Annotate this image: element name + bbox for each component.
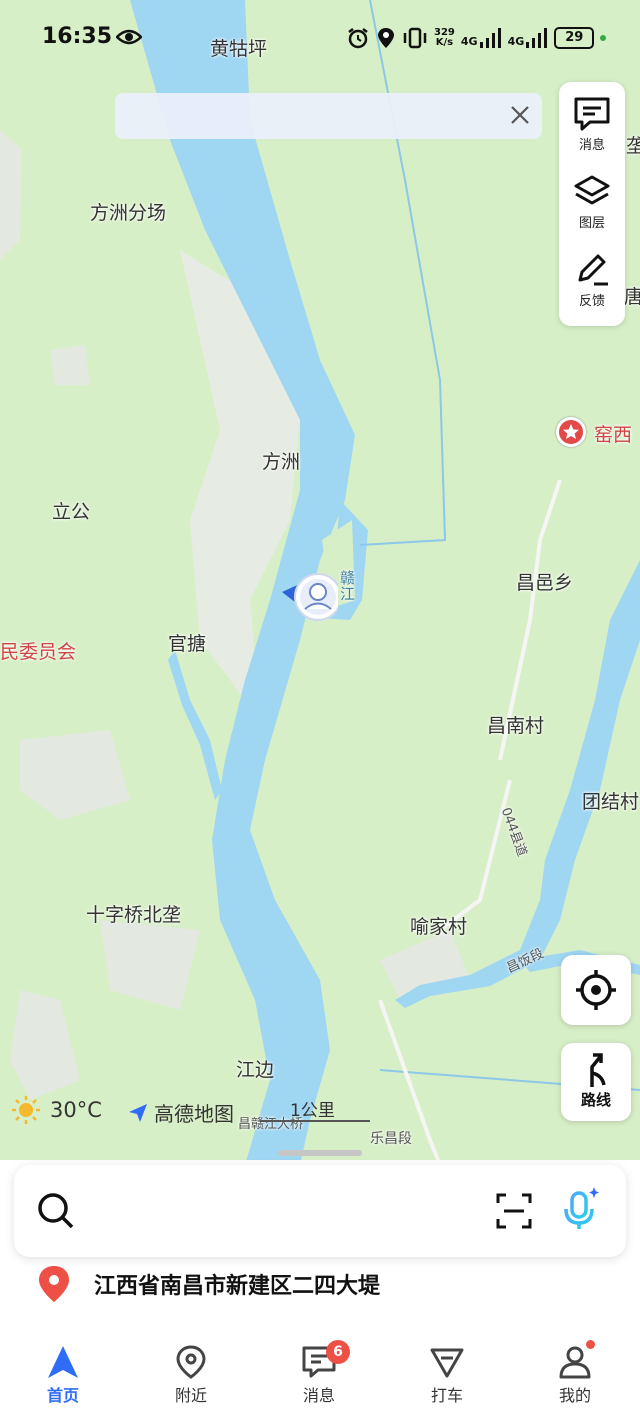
amap-logo: 高德地图 xyxy=(126,1098,234,1127)
route-button[interactable]: 路线 xyxy=(561,1043,631,1121)
vibrate-icon xyxy=(403,27,427,49)
map-label: 方洲分场 xyxy=(90,202,167,224)
sun-icon xyxy=(12,1096,40,1124)
close-icon[interactable] xyxy=(508,103,532,127)
location-icon xyxy=(378,28,394,48)
tool-message-label: 消息 xyxy=(578,138,605,153)
road-label: 乐昌段 xyxy=(370,1131,412,1147)
amap-logo-icon xyxy=(129,1103,147,1122)
user-icon xyxy=(559,1346,591,1379)
eye-icon xyxy=(116,29,142,45)
map-tools-panel: 消息 图层 反馈 xyxy=(559,82,625,326)
nav-home[interactable]: 首页 xyxy=(18,1344,108,1406)
nav-messages-label: 消息 xyxy=(302,1386,335,1405)
nav-home-label: 首页 xyxy=(46,1386,79,1405)
locate-button[interactable] xyxy=(561,955,631,1025)
map-label: 喻家村 xyxy=(410,916,468,938)
search-icon xyxy=(38,1193,74,1229)
bottom-nav: 首页 附近 6 消息 打车 我的 xyxy=(0,1330,640,1421)
voice-mic-icon[interactable] xyxy=(558,1185,602,1233)
status-time: 16:35 xyxy=(42,24,113,49)
sheet-drag-handle[interactable] xyxy=(278,1150,362,1156)
navigation-arrow-icon xyxy=(48,1346,78,1378)
location-pin-icon xyxy=(39,1266,69,1302)
taxi-icon xyxy=(430,1348,464,1378)
tool-feedback-label: 反馈 xyxy=(578,294,605,309)
current-address[interactable]: 江西省南昌市新建区二四大堤 xyxy=(36,1264,380,1304)
map-canvas[interactable]: 黄牯坪 方洲分场 方洲 立公 官搪 民委员会 昌邑乡 昌南村 团结村 喻家村 十… xyxy=(0,0,640,1165)
alarm-icon xyxy=(348,28,368,49)
map-label: 方洲 xyxy=(262,451,301,473)
map-label: 官搪 xyxy=(168,633,207,655)
map-label: 立公 xyxy=(52,501,91,523)
nav-taxi[interactable]: 打车 xyxy=(402,1344,492,1406)
nav-mine-label: 我的 xyxy=(558,1386,591,1405)
map-label: 唐 xyxy=(624,286,640,308)
tool-layers-label: 图层 xyxy=(578,216,605,231)
search-box[interactable] xyxy=(14,1165,626,1257)
map-label: 窑西 xyxy=(594,424,633,446)
scale-bar xyxy=(260,1120,370,1122)
map-label: 昌邑乡 xyxy=(516,572,574,594)
tool-message-button[interactable]: 消息 xyxy=(559,96,625,153)
message-icon xyxy=(574,97,610,131)
map-label: 十字桥北垄 xyxy=(86,904,182,926)
tool-layers-button[interactable]: 图层 xyxy=(559,174,625,231)
edit-icon xyxy=(578,254,608,286)
map-pin-icon xyxy=(176,1345,206,1379)
nav-taxi-label: 打车 xyxy=(430,1386,463,1405)
river-label: 赣江 xyxy=(340,569,356,603)
weather-temp: 30°C xyxy=(50,1098,102,1122)
layers-icon xyxy=(574,175,610,205)
signal-4g-icon: 4G xyxy=(461,28,502,48)
map-label: 江边 xyxy=(236,1059,275,1081)
status-bar: 16:35 329 K/s 4G 4G 29 xyxy=(0,22,640,58)
signal-4g-icon: 4G xyxy=(508,28,549,48)
nav-messages[interactable]: 6 消息 xyxy=(274,1340,364,1406)
map-label: 垄 xyxy=(626,135,640,157)
amap-logo-text: 高德地图 xyxy=(154,1102,234,1126)
user-location-marker[interactable] xyxy=(278,572,342,622)
net-speed: 329 K/s xyxy=(434,27,455,48)
poi-star-icon[interactable] xyxy=(556,417,586,447)
battery-indicator: 29 xyxy=(554,27,595,49)
weather-widget[interactable]: 30°C xyxy=(10,1094,102,1126)
messages-badge: 6 xyxy=(326,1340,350,1364)
route-label: 路线 xyxy=(580,1091,611,1109)
nav-nearby[interactable]: 附近 xyxy=(146,1344,236,1406)
nav-nearby-label: 附近 xyxy=(174,1386,207,1405)
scan-icon[interactable] xyxy=(494,1191,534,1231)
map-label: 民委员会 xyxy=(0,641,77,663)
map-label: 团结村 xyxy=(582,791,640,813)
map-tip-bar[interactable] xyxy=(115,93,542,139)
tool-feedback-button[interactable]: 反馈 xyxy=(559,252,625,309)
search-input[interactable] xyxy=(94,1191,478,1233)
scale-label: 1公里 xyxy=(290,1101,335,1121)
crosshair-icon xyxy=(576,970,616,1010)
nav-mine[interactable]: 我的 xyxy=(530,1340,620,1406)
address-text: 江西省南昌市新建区二四大堤 xyxy=(94,1274,381,1299)
route-icon xyxy=(590,1053,606,1087)
map-label: 昌南村 xyxy=(487,715,545,737)
notification-dot xyxy=(586,1340,595,1349)
status-dot xyxy=(600,35,607,41)
